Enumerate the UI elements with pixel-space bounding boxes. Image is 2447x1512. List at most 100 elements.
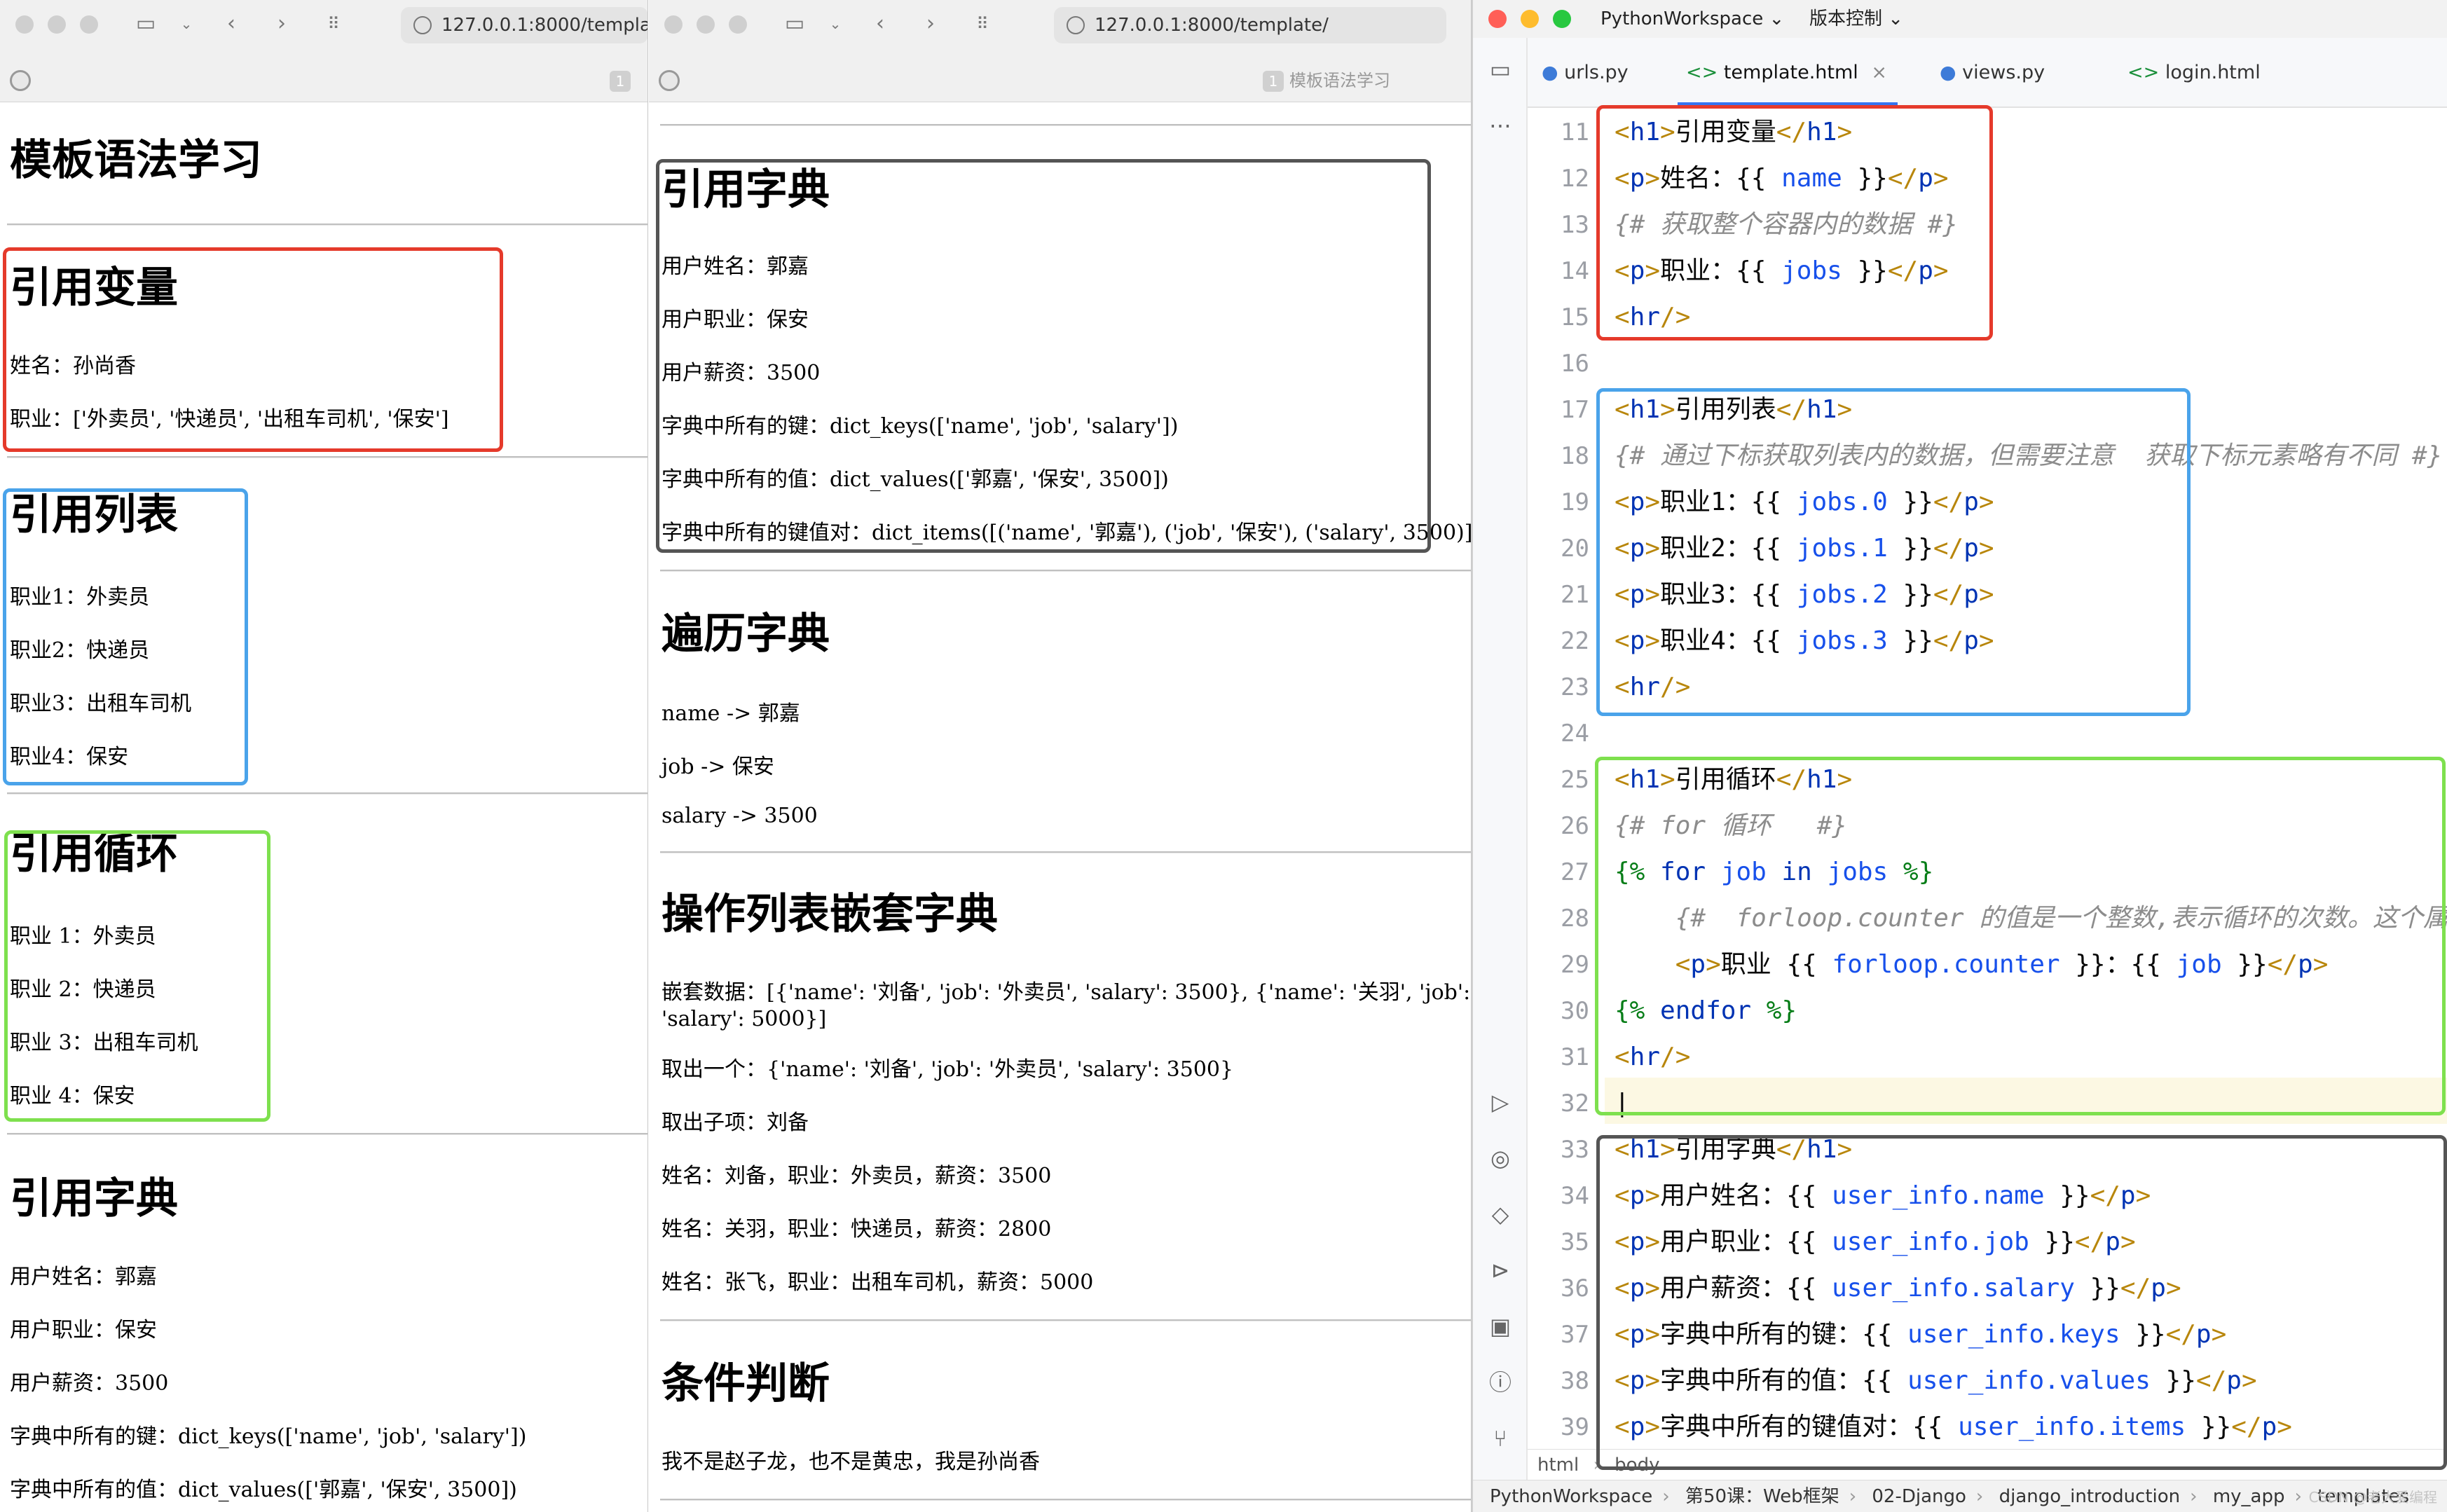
- status-path-item[interactable]: PythonWorkspace: [1490, 1486, 1652, 1507]
- tab-number-badge[interactable]: 1: [610, 69, 636, 92]
- code-line: {# 通过下标获取列表内的数据，但需要注意 获取下标元素略有不同 #}: [1615, 441, 2443, 470]
- tab-template-html[interactable]: <> template.html ×: [1686, 59, 1887, 87]
- code-line: <p>职业2：{{ jobs.1 }}</p>: [1615, 534, 1994, 563]
- breadcrumb-html[interactable]: html: [1537, 1455, 1579, 1476]
- line-number: 30: [1561, 997, 1589, 1025]
- minimize-button[interactable]: [697, 15, 715, 34]
- line-number: 39: [1561, 1413, 1589, 1441]
- problems-icon[interactable]: ⓘ: [1487, 1369, 1514, 1396]
- code-line: <h1>引用变量</h1>: [1615, 118, 1853, 146]
- list-item: 职业3：出租车司机: [10, 692, 192, 716]
- git-icon[interactable]: ⑂: [1487, 1425, 1514, 1452]
- text-cursor: |: [1615, 1089, 1630, 1118]
- layers-icon[interactable]: ◇: [1487, 1201, 1514, 1228]
- divider: [7, 456, 647, 458]
- folder-icon[interactable]: ▭: [1487, 56, 1514, 83]
- tab-login-html[interactable]: <> login.html: [2127, 59, 2261, 87]
- code-editor[interactable]: <h1>引用变量</h1> <p>姓名：{{ name }}</p> {# 获取…: [1605, 109, 2447, 1449]
- address-bar[interactable]: 127.0.0.1:8000/template/: [401, 7, 647, 43]
- code-line: <p>职业：{{ jobs }}</p>: [1615, 256, 1949, 285]
- line-number: 35: [1561, 1228, 1589, 1256]
- list-item: 字典中所有的键：dict_keys(['name', 'job', 'salar…: [10, 1424, 527, 1449]
- list-item: 姓名：刘备，职业：外卖员，薪资：3500: [662, 1164, 1052, 1188]
- close-button[interactable]: [1488, 10, 1507, 28]
- close-button[interactable]: [15, 15, 34, 34]
- sidebar-icon[interactable]: ▭: [133, 13, 158, 35]
- address-bar[interactable]: 127.0.0.1:8000/template/: [1054, 7, 1446, 43]
- line-number: 33: [1561, 1136, 1589, 1164]
- tab-overview-icon[interactable]: ⠿: [970, 13, 995, 35]
- divider: [660, 1499, 1471, 1501]
- zoom-button[interactable]: [80, 15, 98, 34]
- list-item: 字典中所有的键：dict_keys(['name', 'job', 'salar…: [662, 414, 1179, 439]
- list-item: 取出子项：刘备: [662, 1111, 809, 1135]
- list-item: 字典中所有的键值对：dict_items([('name', '郭嘉'), ('…: [662, 521, 1471, 545]
- divider: [660, 851, 1471, 853]
- run-icon[interactable]: ▷: [1487, 1089, 1514, 1115]
- line-number: 16: [1561, 350, 1589, 378]
- list-item: 用户姓名：郭嘉: [662, 254, 809, 279]
- divider: [660, 1319, 1471, 1321]
- line-number: 29: [1561, 951, 1589, 979]
- favicon-icon: [659, 70, 680, 91]
- minimize-button[interactable]: [48, 15, 66, 34]
- tab-views-py[interactable]: ● views.py: [1940, 59, 2045, 87]
- line-number: 20: [1561, 535, 1589, 563]
- vcs-menu[interactable]: 版本控制 ⌄: [1809, 7, 1903, 31]
- section-title-variable: 引用变量: [10, 263, 178, 312]
- zoom-button[interactable]: [1553, 10, 1571, 28]
- ide-window: PythonWorkspace ⌄ 版本控制 ⌄ ▭ ⋯ ▷ ◎ ◇ ⊳ ▣ ⓘ…: [1472, 0, 2447, 1512]
- forward-icon[interactable]: ›: [269, 13, 294, 35]
- code-line: <hr/>: [1615, 303, 1691, 331]
- line-number: 11: [1561, 118, 1589, 146]
- list-item: 取出一个：{'name': '刘备', 'job': '外卖员', 'salar…: [662, 1057, 1234, 1082]
- more-icon[interactable]: ⋯: [1487, 112, 1514, 139]
- section-title-list: 引用列表: [10, 490, 178, 539]
- divider: [7, 224, 647, 226]
- globe-icon: [413, 16, 432, 34]
- line-number: 31: [1561, 1043, 1589, 1071]
- code-line: <p>字典中所有的值：{{ user_info.values }}</p>: [1615, 1366, 2257, 1395]
- tab-overview-icon[interactable]: ⠿: [321, 13, 346, 35]
- back-icon[interactable]: ‹: [868, 13, 893, 35]
- sidebar-icon[interactable]: ▭: [782, 13, 807, 35]
- project-selector[interactable]: PythonWorkspace ⌄: [1601, 7, 1784, 31]
- line-number: 28: [1561, 905, 1589, 933]
- status-path-item[interactable]: 第50课：Web框架: [1685, 1486, 1839, 1507]
- status-path-item[interactable]: 02-Django: [1872, 1486, 1966, 1507]
- minimize-button[interactable]: [1521, 10, 1539, 28]
- forward-icon[interactable]: ›: [918, 13, 943, 35]
- code-line: <h1>引用列表</h1>: [1615, 395, 1853, 424]
- list-item: 字典中所有的值：dict_values(['郭嘉', '保安', 3500]): [662, 467, 1169, 492]
- status-path-item[interactable]: my_app: [2213, 1486, 2285, 1507]
- line-number: 15: [1561, 303, 1589, 331]
- section-title-iterate: 遍历字典: [662, 610, 830, 659]
- code-line: <p>职业4：{{ jobs.3 }}</p>: [1615, 626, 1994, 655]
- terminal-icon[interactable]: ▣: [1487, 1313, 1514, 1340]
- divider: [660, 570, 1471, 572]
- status-path-item[interactable]: django_introduction: [1999, 1486, 2181, 1507]
- code-line: <p>姓名：{{ name }}</p>: [1615, 164, 1949, 193]
- list-item: 用户薪资：3500: [10, 1371, 169, 1396]
- close-icon[interactable]: ×: [1871, 62, 1887, 83]
- close-button[interactable]: [664, 15, 683, 34]
- list-item: 用户薪资：3500: [662, 361, 821, 385]
- back-icon[interactable]: ‹: [219, 13, 244, 35]
- browser-tab[interactable]: 1 模板语法学习: [1263, 69, 1390, 92]
- services-icon[interactable]: ⊳: [1487, 1257, 1514, 1284]
- breadcrumb-body[interactable]: body: [1615, 1455, 1659, 1476]
- line-number: 37: [1561, 1321, 1589, 1349]
- code-line: <p>用户姓名：{{ user_info.name }}</p>: [1615, 1181, 2151, 1210]
- zoom-button[interactable]: [729, 15, 747, 34]
- line-number: 18: [1561, 442, 1589, 470]
- list-item: 职业 4：保安: [10, 1084, 135, 1108]
- chevron-down-icon[interactable]: ⌄: [174, 13, 199, 35]
- list-item: 职业 2：快递员: [10, 977, 156, 1002]
- code-line: {% endfor %}: [1615, 996, 1797, 1025]
- favicon-icon: [10, 70, 31, 91]
- list-item: 职业 3：出租车司机: [10, 1031, 198, 1055]
- chevron-down-icon[interactable]: ⌄: [823, 13, 848, 35]
- line-number: 12: [1561, 165, 1589, 193]
- python-console-icon[interactable]: ◎: [1487, 1145, 1514, 1171]
- tab-urls-py[interactable]: ● urls.py: [1542, 59, 1629, 87]
